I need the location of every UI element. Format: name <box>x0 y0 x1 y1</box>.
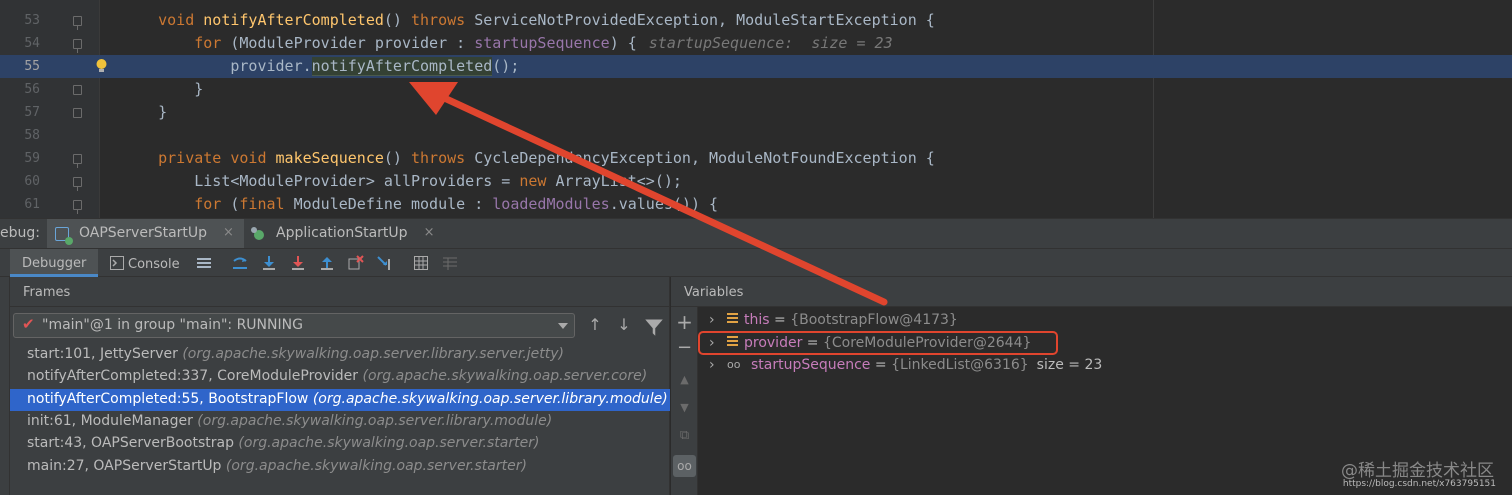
code-line[interactable]: 58 <box>0 124 1512 147</box>
run-to-cursor-icon[interactable] <box>377 255 393 271</box>
field-icon <box>727 313 738 325</box>
code-text[interactable]: List<ModuleProvider> allProviders = new … <box>122 170 682 193</box>
show-watches-glasses-icon[interactable]: oo <box>673 455 696 477</box>
tab-oapserverstartup[interactable]: OAPServerStartUp × <box>47 219 244 249</box>
code-line[interactable]: 53 void notifyAfterCompleted() throws Se… <box>0 9 1512 32</box>
line-number[interactable]: 53 <box>0 9 40 32</box>
stack-frame-row[interactable]: notifyAfterCompleted:55, BootstrapFlow (… <box>10 388 670 411</box>
code-line[interactable]: 61 for (final ModuleDefine module : load… <box>0 193 1512 216</box>
fold-marker-icon[interactable] <box>73 200 82 214</box>
close-icon[interactable]: × <box>424 225 435 240</box>
chevron-down-icon <box>558 323 568 329</box>
tab-console-label: Console <box>128 257 180 272</box>
chevron-right-icon: › <box>709 357 715 373</box>
debug-label: ebug: <box>0 225 40 241</box>
new-watch-plus-icon[interactable]: + <box>673 311 696 333</box>
copy-icon[interactable]: ⧉ <box>673 425 696 447</box>
step-out-icon[interactable] <box>319 255 335 271</box>
step-over-icon[interactable] <box>261 255 277 271</box>
line-number[interactable]: 60 <box>0 170 40 193</box>
next-frame-arrow-down-icon[interactable]: ↓ <box>614 315 634 335</box>
move-up-icon[interactable]: ▲ <box>673 369 696 391</box>
line-number[interactable]: 55 <box>0 55 40 78</box>
fold-marker-icon[interactable] <box>73 85 82 95</box>
console-icon <box>110 256 124 270</box>
variable-row-startupsequence[interactable]: › oo startupSequence = {LinkedList@6316} si… <box>699 355 1102 377</box>
stack-frame-row[interactable]: main:27, OAPServerStartUp (org.apache.sk… <box>10 456 670 478</box>
code-text[interactable]: } <box>122 78 203 101</box>
filter-icon[interactable] <box>644 317 664 337</box>
debug-tool-window-header: ebug: OAPServerStartUp × ApplicationStar… <box>0 218 1512 249</box>
chevron-right-icon: › <box>709 312 715 328</box>
variables-header: Variables <box>671 277 1512 307</box>
step-into-icon[interactable] <box>290 255 306 271</box>
line-number[interactable]: 57 <box>0 101 40 124</box>
tab-label: ApplicationStartUp <box>276 225 408 241</box>
stack-frame-row[interactable]: notifyAfterCompleted:337, CoreModuleProv… <box>10 366 670 388</box>
thread-selector[interactable]: ✔ "main"@1 in group "main": RUNNING <box>13 313 575 338</box>
fold-marker-icon[interactable] <box>73 177 82 191</box>
watermark-text: @稀土掘金技术社区 <box>1341 461 1494 481</box>
tab-console[interactable]: Console <box>100 249 192 277</box>
annotation-highlight-box <box>698 331 1058 355</box>
previous-frame-arrow-up-icon[interactable]: ↑ <box>585 315 605 335</box>
stack-frame-row[interactable]: start:101, JettyServer (org.apache.skywa… <box>10 344 670 366</box>
move-down-icon[interactable]: ▼ <box>673 397 696 419</box>
thread-suspended-check-icon: ✔ <box>22 315 35 333</box>
trace-table-icon[interactable] <box>442 255 458 271</box>
fold-marker-icon[interactable] <box>73 108 82 118</box>
lightbulb-icon[interactable] <box>95 58 108 74</box>
run-config-icon <box>55 227 73 245</box>
code-text[interactable]: provider.notifyAfterCompleted(); <box>122 55 519 78</box>
code-editor[interactable]: 53 void notifyAfterCompleted() throws Se… <box>0 0 1512 218</box>
tab-debugger[interactable]: Debugger <box>10 249 99 277</box>
code-text[interactable]: } <box>122 101 167 124</box>
line-number[interactable]: 61 <box>0 193 40 216</box>
tab-debugger-label: Debugger <box>22 256 87 271</box>
line-number[interactable]: 58 <box>0 124 40 147</box>
debugger-toolbar: Debugger Console <box>0 248 1512 277</box>
code-line[interactable]: 59 private void makeSequence() throws Cy… <box>0 147 1512 170</box>
tab-applicationstartup[interactable]: ApplicationStartUp × <box>244 219 444 249</box>
fold-marker-icon[interactable] <box>73 154 82 168</box>
line-number[interactable]: 59 <box>0 147 40 170</box>
variables-side-toolbar: + − ▲ ▼ ⧉ oo <box>671 307 698 495</box>
layout-menu-icon[interactable] <box>196 255 212 271</box>
remove-watch-minus-icon[interactable]: − <box>673 337 696 359</box>
evaluate-expression-icon[interactable] <box>413 255 429 271</box>
code-text[interactable]: private void makeSequence() throws Cycle… <box>122 147 935 170</box>
code-text[interactable]: for (final ModuleDefine module : loadedM… <box>122 193 718 216</box>
spring-boot-icon <box>251 227 266 241</box>
frames-panel: Frames ✔ "main"@1 in group "main": RUNNI… <box>10 277 670 495</box>
line-number[interactable]: 56 <box>0 78 40 101</box>
thread-selector-value: "main"@1 in group "main": RUNNING <box>42 317 303 333</box>
code-line[interactable]: 60 List<ModuleProvider> allProviders = n… <box>0 170 1512 193</box>
code-line[interactable]: 56 } <box>0 78 1512 101</box>
close-icon[interactable]: × <box>223 225 234 240</box>
stack-frame-row[interactable]: start:43, OAPServerBootstrap (org.apache… <box>10 433 670 455</box>
stack-frame-row[interactable]: init:61, ModuleManager (org.apache.skywa… <box>10 411 670 433</box>
code-line[interactable]: 54 for (ModuleProvider provider : startu… <box>0 32 1512 55</box>
inline-debug-hint: startupSequence: size = 23 <box>648 34 893 52</box>
frames-header: Frames <box>10 277 669 307</box>
variable-row-this[interactable]: › this = {BootstrapFlow@4173} <box>699 310 958 332</box>
tab-label: OAPServerStartUp <box>79 225 208 241</box>
left-tool-strip <box>0 277 10 495</box>
watch-glasses-icon: oo <box>727 358 741 371</box>
code-text[interactable]: for (ModuleProvider provider : startupSe… <box>122 32 893 55</box>
fold-marker-icon[interactable] <box>73 16 82 30</box>
show-execution-point-icon[interactable] <box>232 255 248 271</box>
code-text[interactable]: void notifyAfterCompleted() throws Servi… <box>122 9 935 32</box>
drop-frame-icon[interactable] <box>348 255 364 271</box>
code-line[interactable]: 57 } <box>0 101 1512 124</box>
line-number[interactable]: 54 <box>0 32 40 55</box>
code-line[interactable]: 55 provider.notifyAfterCompleted(); <box>0 55 1512 78</box>
fold-marker-icon[interactable] <box>73 39 82 53</box>
watermark-url: https://blog.csdn.net/x763795151 <box>1342 479 1496 489</box>
